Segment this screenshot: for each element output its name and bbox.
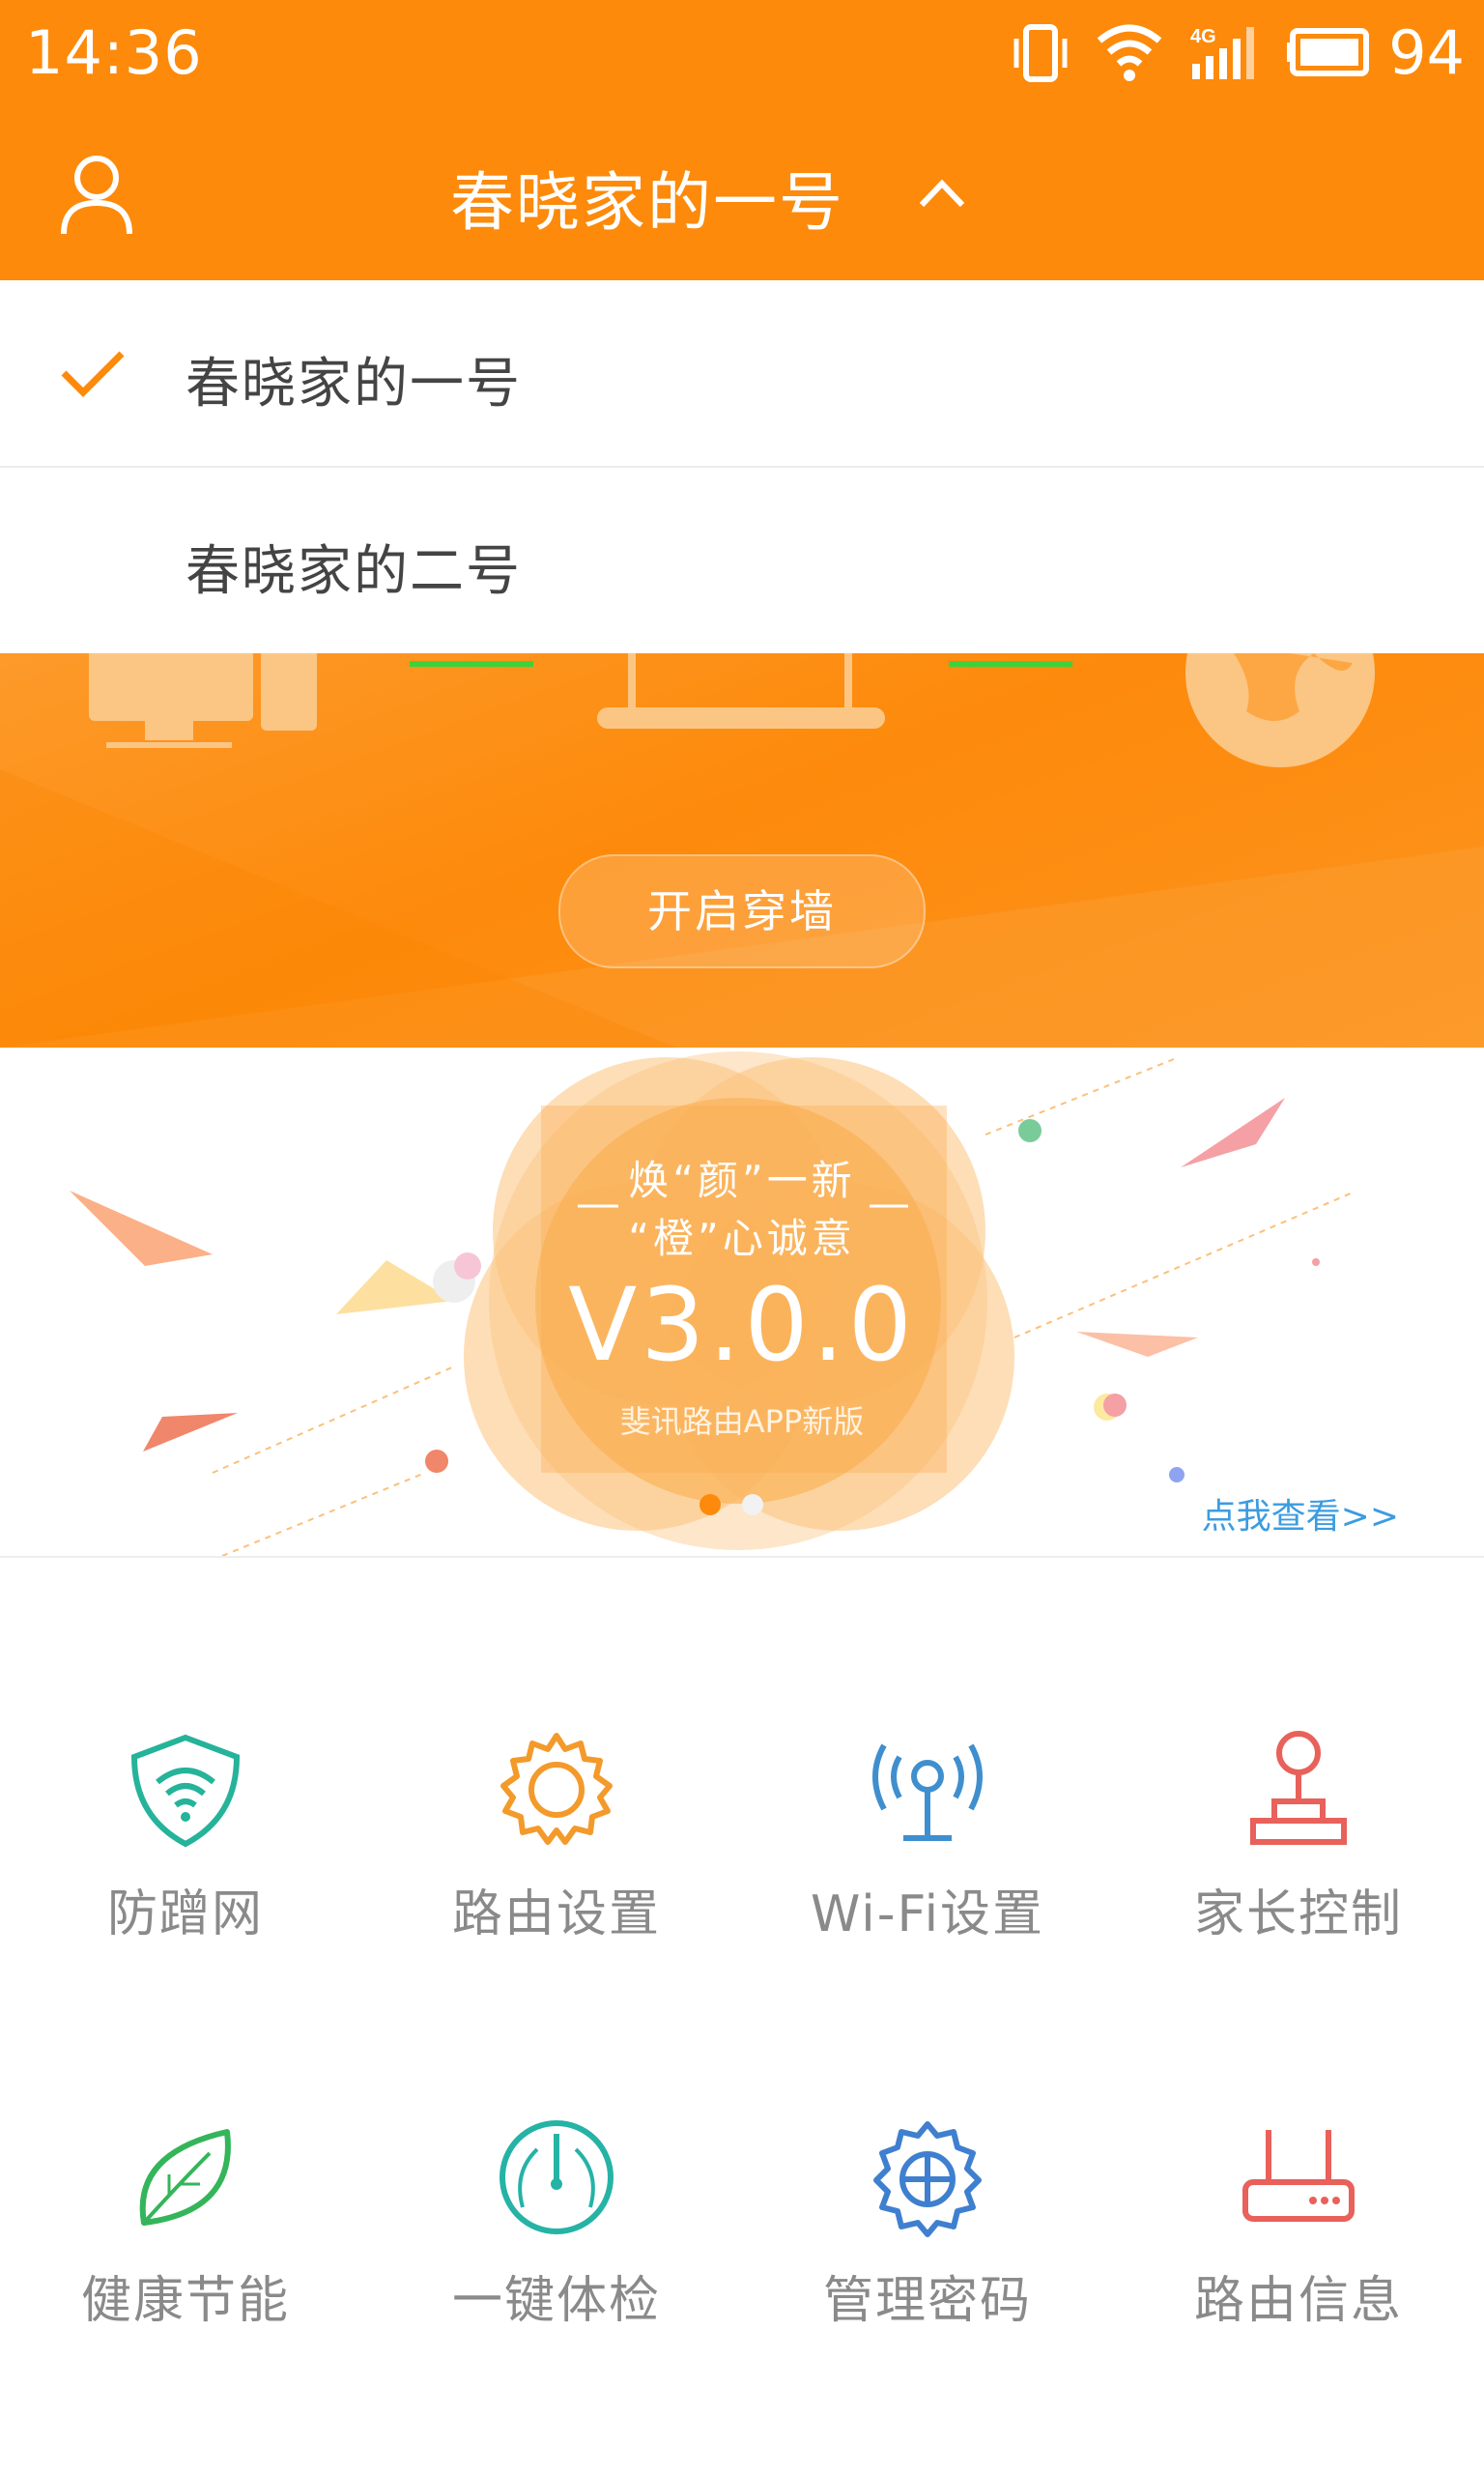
battery-icon xyxy=(1287,28,1369,76)
enable-wall-penetration-button[interactable]: 开启穿墙 xyxy=(558,854,926,968)
feature-label: 路由信息 xyxy=(1193,2272,1403,2330)
feature-label: 一键体检 xyxy=(451,2272,661,2330)
chevron-up-icon[interactable] xyxy=(908,164,976,222)
app-bar: 春晓家的一号 xyxy=(0,106,1484,280)
carousel-dot-active[interactable] xyxy=(699,1494,721,1515)
settings-gear-icon xyxy=(873,2121,982,2237)
router-selector-title[interactable]: 春晓家的一号 xyxy=(0,151,1295,244)
banner-headline-2: “橙”心诚意 xyxy=(628,1215,856,1262)
router-icon xyxy=(1242,2130,1355,2222)
router-illustration-icon xyxy=(628,653,636,707)
feature-grid: 防蹭网 路由设置 Wi-Fi设置 家长控制 健康节能 一键体检 管理密码 路由信… xyxy=(0,1558,1484,2474)
feature-label: 管理密码 xyxy=(822,2272,1032,2330)
network-type: 4G xyxy=(1190,26,1216,47)
router-option-label: 春晓家的二号 xyxy=(186,540,522,603)
feature-label: Wi-Fi设置 xyxy=(810,1885,1045,1943)
checkmark-icon xyxy=(61,351,125,397)
network-illustration xyxy=(0,653,1484,1048)
banner-subtitle: 斐讯路由APP新版 xyxy=(619,1403,865,1440)
link-status-right xyxy=(949,661,1072,667)
banner-version: V3.0.0 xyxy=(568,1266,916,1384)
feature-label: 路由设置 xyxy=(451,1885,661,1943)
feature-label: 健康节能 xyxy=(80,2272,290,2330)
carousel-dot[interactable] xyxy=(742,1494,763,1515)
status-bar: 14:36 4G 94 xyxy=(0,0,1484,106)
gauge-icon xyxy=(499,2120,614,2234)
battery-level: 94 xyxy=(1388,17,1465,88)
feature-wifi-settings[interactable]: Wi-Fi设置 xyxy=(742,1728,1113,2047)
feature-label: 防蹭网 xyxy=(106,1885,264,1943)
feature-energy-saving[interactable]: 健康节能 xyxy=(0,2114,371,2433)
feature-router-settings[interactable]: 路由设置 xyxy=(371,1728,742,2047)
feature-anti-leech[interactable]: 防蹭网 xyxy=(0,1728,371,2047)
router-option-2[interactable]: 春晓家的二号 xyxy=(0,468,1484,655)
promo-banner[interactable]: 焕“颜”一新 “橙”心诚意 V3.0.0 斐讯路由APP新版 点我查看>> xyxy=(0,1048,1484,1558)
router-dropdown: 春晓家的一号 春晓家的二号 xyxy=(0,280,1484,655)
feature-label: 家长控制 xyxy=(1193,1885,1403,1943)
computer-icon xyxy=(89,653,253,721)
link-status-left xyxy=(410,661,533,667)
vibrate-icon xyxy=(1013,24,1068,82)
joystick-icon xyxy=(1250,1731,1347,1845)
cellular-signal-icon: 4G xyxy=(1190,26,1254,79)
wifi-antenna-icon xyxy=(872,1743,983,1841)
leaf-icon xyxy=(139,2129,231,2226)
view-more-link[interactable]: 点我查看>> xyxy=(1202,1488,1399,1539)
shield-wifi-icon xyxy=(130,1734,241,1848)
feature-one-click-check[interactable]: 一键体检 xyxy=(371,2114,742,2433)
feature-router-info[interactable]: 路由信息 xyxy=(1113,2114,1484,2433)
network-hero: 开启穿墙 xyxy=(0,653,1484,1048)
router-option-1[interactable]: 春晓家的一号 xyxy=(0,280,1484,468)
gear-icon xyxy=(500,1733,613,1845)
feature-admin-password[interactable]: 管理密码 xyxy=(742,2114,1113,2433)
wifi-signal-icon xyxy=(1097,24,1162,81)
banner-headline-1: 焕“颜”一新 xyxy=(628,1157,856,1204)
status-time: 14:36 xyxy=(25,17,203,88)
feature-parental-control[interactable]: 家长控制 xyxy=(1113,1728,1484,2047)
router-option-label: 春晓家的一号 xyxy=(186,353,522,416)
